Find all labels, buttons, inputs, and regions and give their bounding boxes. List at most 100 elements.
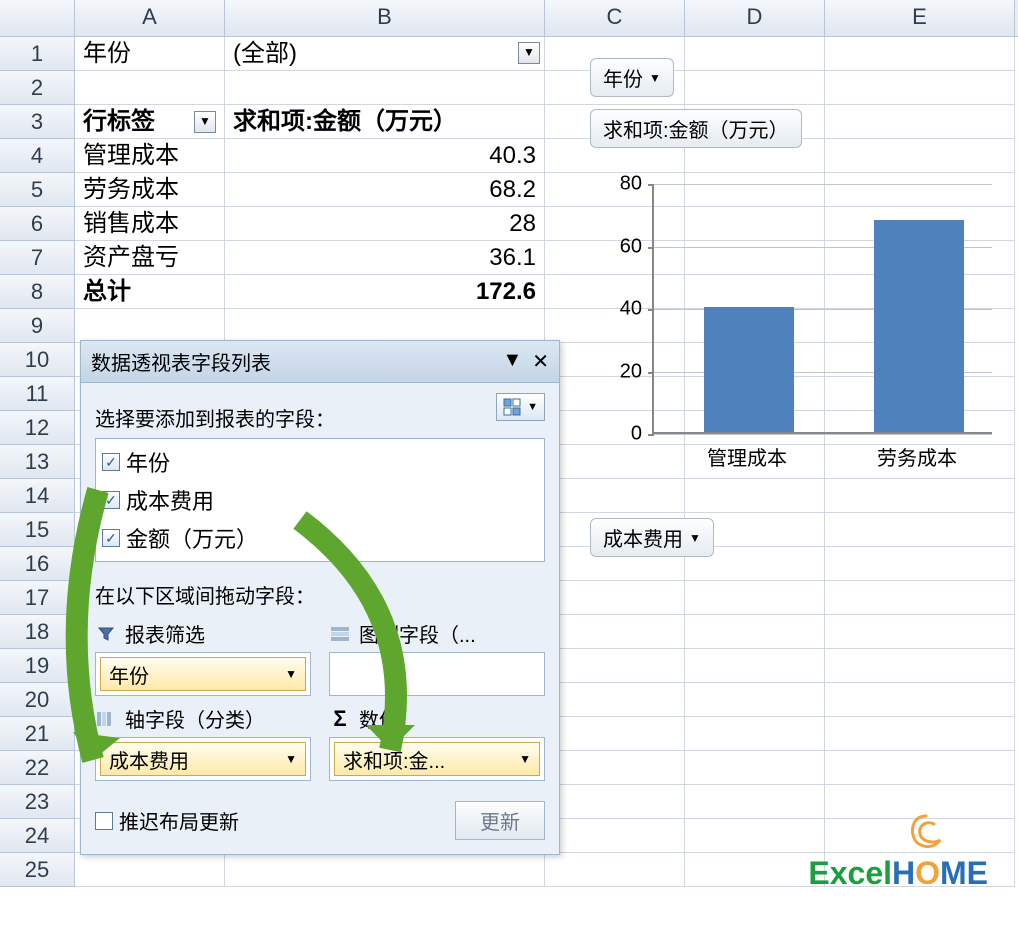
y-tick-label: 40 (620, 298, 642, 321)
filter-icon (95, 623, 117, 645)
row-header-15[interactable]: 15 (0, 513, 75, 547)
cell-b4[interactable]: 40.3 (225, 139, 545, 173)
y-tick-label: 20 (620, 360, 642, 383)
row-header-16[interactable]: 16 (0, 547, 75, 581)
panel-menu-icon[interactable]: ▼ (502, 349, 522, 374)
row-header-21[interactable]: 21 (0, 717, 75, 751)
col-header-b[interactable]: B (225, 0, 545, 36)
layout-options-button[interactable]: ▼ (496, 393, 545, 421)
bar-label: 管理成本 (687, 442, 807, 471)
y-axis: 020406080 (590, 184, 650, 434)
axis-drop-zone[interactable]: 成本费用 ▼ (95, 737, 311, 781)
logo-swirl-icon (904, 810, 948, 854)
axis-icon (95, 708, 117, 730)
cell-a7[interactable]: 资产盘亏 (75, 241, 225, 275)
row-header-2[interactable]: 2 (0, 71, 75, 105)
field-name: 年份 (126, 446, 170, 478)
row-header-25[interactable]: 25 (0, 853, 75, 887)
col-header-c[interactable]: C (545, 0, 685, 36)
row-header-19[interactable]: 19 (0, 649, 75, 683)
col-header-a[interactable]: A (75, 0, 225, 36)
row-header-18[interactable]: 18 (0, 615, 75, 649)
panel-close-icon[interactable]: ✕ (532, 349, 549, 374)
column-headers: A B C D E (0, 0, 1018, 37)
cell-a3[interactable]: 行标签 ▼ (75, 105, 225, 139)
row-header-12[interactable]: 12 (0, 411, 75, 445)
panel-title: 数据透视表字段列表 (91, 347, 271, 376)
caret-down-icon: ▼ (285, 667, 297, 681)
sigma-icon: Σ (329, 708, 351, 730)
col-header-d[interactable]: D (685, 0, 825, 36)
row-header-22[interactable]: 22 (0, 751, 75, 785)
bar[interactable] (704, 307, 794, 432)
cell-a6[interactable]: 销售成本 (75, 207, 225, 241)
row-header-13[interactable]: 13 (0, 445, 75, 479)
checkbox-checked-icon[interactable]: ✓ (102, 453, 120, 471)
row-header-8[interactable]: 8 (0, 275, 75, 309)
values-field-pill[interactable]: 求和项:金... ▼ (334, 742, 540, 776)
select-fields-label: 选择要添加到报表的字段： (95, 403, 545, 432)
row-header-1[interactable]: 1 (0, 37, 75, 71)
row-header-7[interactable]: 7 (0, 241, 75, 275)
legend-icon (329, 623, 351, 645)
checkbox-unchecked-icon[interactable] (95, 812, 113, 830)
row-header-6[interactable]: 6 (0, 207, 75, 241)
panel-title-bar[interactable]: 数据透视表字段列表 ▼ ✕ (81, 341, 559, 383)
field-name: 金额（万元） (126, 522, 258, 554)
col-header-e[interactable]: E (825, 0, 1015, 36)
caret-down-icon: ▼ (689, 531, 701, 545)
field-name: 成本费用 (126, 484, 214, 516)
filter-drop-zone[interactable]: 年份 ▼ (95, 652, 311, 696)
cell-a2[interactable] (75, 71, 225, 105)
caret-down-icon: ▼ (649, 71, 661, 85)
values-zone-label: Σ 数值 (329, 704, 545, 733)
filter-dropdown-icon[interactable]: ▼ (518, 42, 540, 64)
field-item-cost[interactable]: ✓ 成本费用 (102, 481, 538, 519)
drag-section-label: 在以下区域间拖动字段： (95, 580, 545, 609)
legend-drop-zone[interactable] (329, 652, 545, 696)
chart-value-chip[interactable]: 求和项:金额（万元） (590, 109, 802, 148)
cell-b2[interactable] (225, 71, 545, 105)
checkbox-checked-icon[interactable]: ✓ (102, 491, 120, 509)
row-header-5[interactable]: 5 (0, 173, 75, 207)
row-header-3[interactable]: 3 (0, 105, 75, 139)
cell-b8[interactable]: 172.6 (225, 275, 545, 309)
axis-field-pill[interactable]: 成本费用 ▼ (100, 742, 306, 776)
y-tick-label: 80 (620, 173, 642, 196)
row-header-17[interactable]: 17 (0, 581, 75, 615)
cell-b7[interactable]: 36.1 (225, 241, 545, 275)
cell-a1[interactable]: 年份 (75, 37, 225, 71)
update-button[interactable]: 更新 (455, 801, 545, 840)
row-header-11[interactable]: 11 (0, 377, 75, 411)
filter-zone-label: 报表筛选 (95, 619, 311, 648)
pivot-chart[interactable]: 年份 ▼ 求和项:金额（万元） 020406080 管理成本劳务成本 成本费用 … (590, 52, 1010, 612)
field-list: ✓ 年份 ✓ 成本费用 ✓ 金额（万元） (95, 438, 545, 562)
row-header-14[interactable]: 14 (0, 479, 75, 513)
cell-a4[interactable]: 管理成本 (75, 139, 225, 173)
chart-category-chip[interactable]: 成本费用 ▼ (590, 518, 714, 557)
row-labels-dropdown-icon[interactable]: ▼ (194, 111, 216, 133)
row-header-4[interactable]: 4 (0, 139, 75, 173)
cell-a5[interactable]: 劳务成本 (75, 173, 225, 207)
cell-b6[interactable]: 28 (225, 207, 545, 241)
cell-a8[interactable]: 总计 (75, 275, 225, 309)
pivot-field-list-panel[interactable]: 数据透视表字段列表 ▼ ✕ ▼ 选择要添加到报表的字段： ✓ 年份 ✓ 成本费用… (80, 340, 560, 855)
chart-filter-chip-year[interactable]: 年份 ▼ (590, 58, 674, 97)
caret-down-icon: ▼ (519, 752, 531, 766)
row-header-23[interactable]: 23 (0, 785, 75, 819)
values-drop-zone[interactable]: 求和项:金... ▼ (329, 737, 545, 781)
row-header-10[interactable]: 10 (0, 343, 75, 377)
cell-b3[interactable]: 求和项:金额（万元） (225, 105, 545, 139)
field-item-year[interactable]: ✓ 年份 (102, 443, 538, 481)
cell-b5[interactable]: 68.2 (225, 173, 545, 207)
row-header-24[interactable]: 24 (0, 819, 75, 853)
select-all-corner[interactable] (0, 0, 75, 36)
checkbox-checked-icon[interactable]: ✓ (102, 529, 120, 547)
cell-b1[interactable]: (全部) ▼ (225, 37, 545, 71)
bar[interactable] (874, 220, 964, 433)
defer-layout-checkbox[interactable]: 推迟布局更新 (95, 803, 239, 838)
row-header-9[interactable]: 9 (0, 309, 75, 343)
field-item-amount[interactable]: ✓ 金额（万元） (102, 519, 538, 557)
row-header-20[interactable]: 20 (0, 683, 75, 717)
filter-field-pill[interactable]: 年份 ▼ (100, 657, 306, 691)
